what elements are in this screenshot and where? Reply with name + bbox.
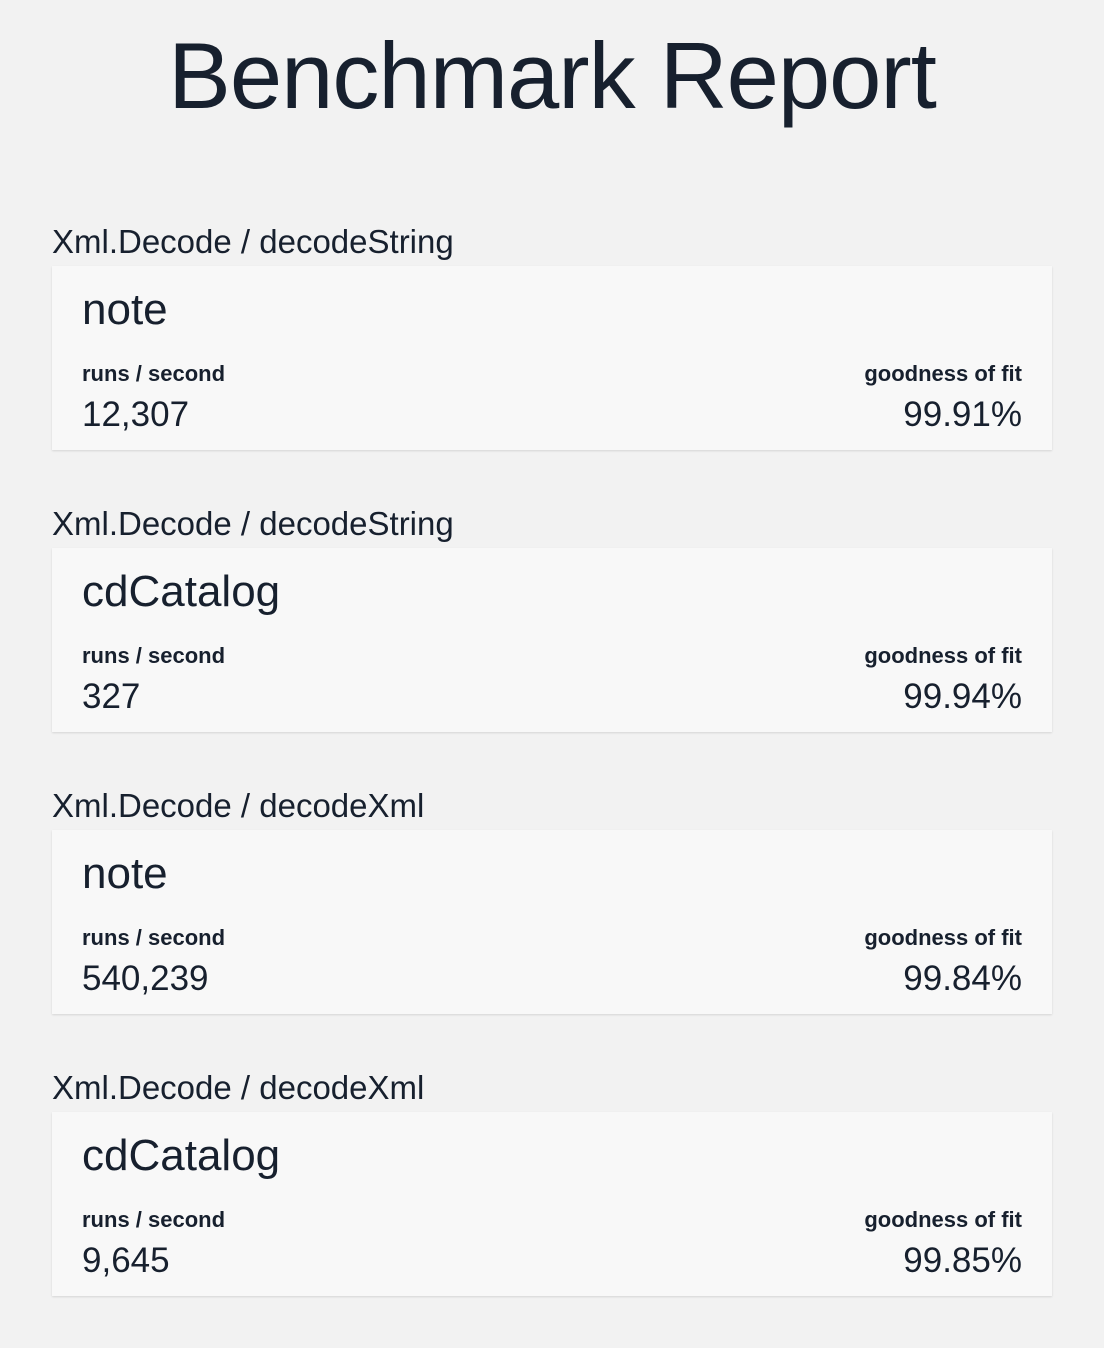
runs-value: 12,307 [82, 395, 190, 434]
benchmark-list: Xml.Decode / decodeString note runs / se… [52, 220, 1052, 1348]
benchmark-group: Xml.Decode / decodeXml cdCatalog runs / … [52, 1066, 1052, 1348]
benchmark-card: note runs / second 12,307 goodness of fi… [52, 266, 1052, 450]
fit-metric: goodness of fit 99.84% [864, 924, 1022, 1000]
fit-value: 99.84% [903, 959, 1022, 998]
fit-label: goodness of fit [864, 361, 1022, 386]
benchmark-group: Xml.Decode / decodeString note runs / se… [52, 220, 1052, 502]
metrics-row: runs / second 327 goodness of fit 99.94% [82, 642, 1022, 718]
benchmark-group: Xml.Decode / decodeXml note runs / secon… [52, 784, 1052, 1066]
group-label: Xml.Decode / decodeXml [52, 787, 425, 824]
benchmark-card: cdCatalog runs / second 327 goodness of … [52, 548, 1052, 732]
group-label: Xml.Decode / decodeString [52, 505, 454, 542]
fit-metric: goodness of fit 99.85% [864, 1206, 1022, 1282]
runs-metric: runs / second 9,645 [82, 1206, 225, 1282]
benchmark-name: cdCatalog [82, 1131, 281, 1180]
benchmark-group: Xml.Decode / decodeString cdCatalog runs… [52, 502, 1052, 784]
benchmark-name: note [82, 285, 168, 334]
metrics-row: runs / second 9,645 goodness of fit 99.8… [82, 1206, 1022, 1282]
runs-metric: runs / second 12,307 [82, 360, 225, 436]
runs-label: runs / second [82, 643, 226, 668]
fit-metric: goodness of fit 99.94% [864, 642, 1022, 718]
metrics-row: runs / second 12,307 goodness of fit 99.… [82, 360, 1022, 436]
fit-value: 99.94% [903, 677, 1022, 716]
fit-metric: goodness of fit 99.91% [864, 360, 1022, 436]
runs-value: 9,645 [82, 1241, 170, 1280]
benchmark-card: cdCatalog runs / second 9,645 goodness o… [52, 1112, 1052, 1296]
fit-value: 99.85% [903, 1241, 1022, 1280]
benchmark-name: cdCatalog [82, 567, 281, 616]
page-title: Benchmark Report [168, 23, 937, 128]
fit-label: goodness of fit [864, 643, 1022, 668]
runs-metric: runs / second 327 [82, 642, 225, 718]
runs-metric: runs / second 540,239 [82, 924, 225, 1000]
group-label: Xml.Decode / decodeString [52, 223, 454, 260]
runs-label: runs / second [82, 361, 226, 386]
runs-value: 327 [82, 677, 141, 716]
fit-label: goodness of fit [864, 1207, 1022, 1232]
fit-value: 99.91% [903, 395, 1022, 434]
benchmark-card: note runs / second 540,239 goodness of f… [52, 830, 1052, 1014]
runs-label: runs / second [82, 925, 226, 950]
runs-value: 540,239 [82, 959, 209, 998]
group-label: Xml.Decode / decodeXml [52, 1069, 425, 1106]
runs-label: runs / second [82, 1207, 226, 1232]
benchmark-name: note [82, 849, 168, 898]
fit-label: goodness of fit [864, 925, 1022, 950]
metrics-row: runs / second 540,239 goodness of fit 99… [82, 924, 1022, 1000]
